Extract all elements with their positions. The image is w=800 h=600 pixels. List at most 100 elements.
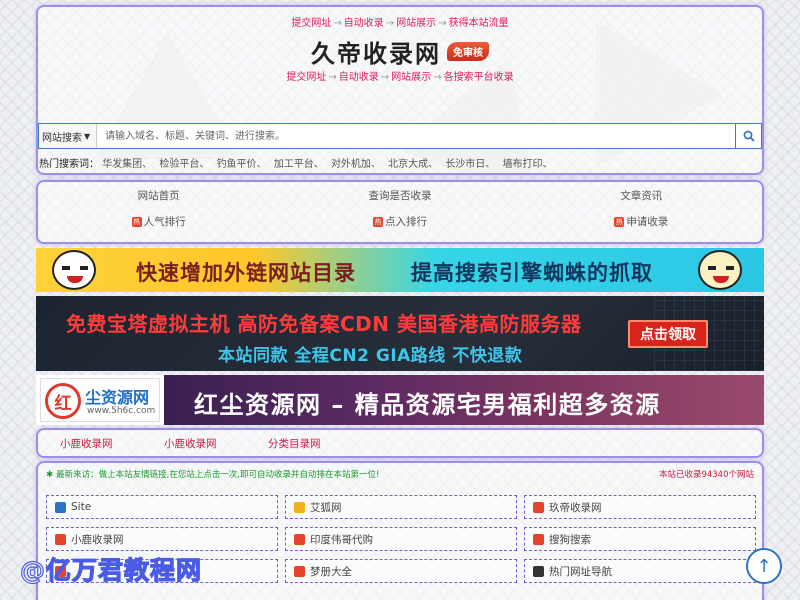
tagline-top: 提交网址 → 自动收录 → 网站展示 → 获得本站流量 [38, 14, 762, 29]
ad-banner-resources[interactable]: 红 尘资源网 www.5h6c.com 红尘资源网 – 精品资源宅男福利超多资源 [36, 375, 764, 425]
site-link-label: 梦册大全 [310, 565, 352, 578]
arrow-icon: → [328, 72, 337, 83]
site-icon [294, 565, 305, 577]
arrow-icon: → [333, 18, 342, 29]
site-link-item[interactable]: Site [46, 495, 278, 519]
tagline-step: 网站展示 [396, 18, 437, 29]
nav-label: 人气排行 [143, 216, 186, 228]
camera-icon [55, 501, 66, 513]
site-link-item[interactable]: 印度伟哥代购 [285, 527, 517, 551]
logo-mark: 红 [45, 383, 81, 419]
logo-name: 尘资源网 [85, 388, 150, 407]
search-input[interactable] [97, 124, 735, 148]
cartoon-face-icon [52, 250, 96, 290]
search-bar: 网站搜索 ▼ [38, 123, 762, 149]
site-icon [55, 533, 66, 545]
hot-keyword-link[interactable]: 长沙市日、 [445, 159, 495, 170]
hot-keyword-link[interactable]: 北京大成、 [388, 159, 438, 170]
nav-articles[interactable]: 文章资讯 [521, 188, 762, 203]
nav-label: 网站首页 [137, 190, 180, 202]
nav-apply[interactable]: 热申请收录 [521, 214, 762, 229]
friend-link[interactable]: 小鹿收录网 [164, 436, 268, 451]
site-link-item[interactable]: 梦册大全 [285, 559, 517, 583]
ad-banner-backlinks[interactable]: 快速增加外链网站目录 提高搜索引擎蜘蛛的抓取 [36, 248, 764, 292]
claim-button[interactable]: 点击领取 [628, 320, 708, 348]
tagline-step: 各搜索平台收录 [443, 72, 514, 83]
site-link-label: 艾狐网 [310, 501, 342, 514]
hot-search-label: 热门搜索词： [39, 159, 99, 170]
banner-headline: 提高搜索引擎蜘蛛的抓取 [411, 261, 653, 285]
main-nav: 网站首页 查询是否收录 文章资讯 热人气排行 热点入排行 热申请收录 [36, 180, 764, 244]
hot-keyword-link[interactable]: 对外机加、 [331, 159, 381, 170]
site-link-item[interactable]: 小鹿收录网 [46, 527, 278, 551]
search-button[interactable] [735, 124, 761, 148]
hot-icon: 热 [614, 216, 625, 227]
tagline-step: 自动收录 [338, 72, 379, 83]
nav-popular-rank[interactable]: 热人气排行 [38, 214, 279, 229]
hot-keyword-link[interactable]: 墙布打印、 [503, 159, 553, 170]
nav-check-indexed[interactable]: 查询是否收录 [279, 188, 520, 203]
logo-url: www.5h6c.com [87, 406, 156, 416]
site-link-label: 小鹿收录网 [71, 533, 124, 546]
nav-label: 申请收录 [626, 216, 669, 228]
site-icon [533, 501, 544, 513]
site-link-item[interactable]: 热门网址导航 [524, 559, 756, 583]
friend-links-bar: 小鹿收录网 小鹿收录网 分类目录网 [36, 428, 764, 458]
latest-visit-notice: ✱ 最新来访：做上本站友情链接,在您站上点击一次,即可自动收录并自动排在本站第一位… [46, 468, 379, 484]
tagline-step: 提交网址 [286, 72, 327, 83]
watermark: @亿万君教程网 [19, 555, 203, 585]
search-type-select[interactable]: 网站搜索 ▼ [39, 124, 97, 148]
arrow-icon: → [385, 18, 395, 29]
banner-headline: 红尘资源网 – 精品资源宅男福利超多资源 [194, 391, 661, 419]
nav-label: 点入排行 [384, 216, 427, 228]
chevron-down-icon: ▼ [84, 131, 91, 141]
hot-keyword-link[interactable]: 检验平台、 [159, 159, 209, 170]
site-header: 提交网址 → 自动收录 → 网站展示 → 获得本站流量 久帝收录网 免审核 提交网址 → 自动收… [36, 5, 764, 175]
site-link-item[interactable]: 艾狐网 [285, 495, 517, 519]
site-link-label: 印度伟哥代购 [310, 533, 373, 546]
site-link-item[interactable]: 玖帝收录网 [524, 495, 756, 519]
search-icon [743, 130, 755, 142]
logo-badge: 免审核 [447, 42, 489, 61]
hot-keyword-link[interactable]: 钓鱼平价、 [217, 159, 267, 170]
scroll-to-top-button[interactable]: ↑ [746, 548, 782, 584]
tagline-step: 自动收录 [343, 18, 384, 29]
search-type-value: 网站搜索 [42, 132, 82, 144]
fox-icon [294, 501, 305, 513]
friend-link[interactable]: 分类目录网 [268, 436, 372, 451]
hot-search-row: 热门搜索词： 华发集团、 检验平台、 钓鱼平价、 加工平台、 对外机加、 北京大… [39, 155, 557, 170]
banner-subline: 本站同款 全程CN2 GIA路线 不快退款 [218, 346, 523, 366]
sparkle-icon: ✱ [46, 470, 54, 480]
nav-home[interactable]: 网站首页 [38, 188, 279, 203]
indexed-count: 本站已收录94340个网站 [658, 470, 754, 480]
site-icon [533, 565, 544, 577]
tagline-step: 网站展示 [391, 72, 432, 83]
site-link-item[interactable]: 搜狗搜索 [524, 527, 756, 551]
tagline-bottom: 提交网址 → 自动收录 → 网站展示 → 各搜索平台收录 [38, 68, 762, 83]
site-link-label: Site [71, 501, 92, 513]
tagline-step: 提交网址 [291, 18, 332, 29]
hot-icon: 热 [131, 216, 142, 227]
nav-label: 查询是否收录 [368, 190, 432, 202]
logo-text: 久帝收录网 [311, 39, 441, 68]
ad-banner-hosting[interactable]: 免费宝塔虚拟主机 高防免备案CDN 美国香港高防服务器 本站同款 全程CN2 G… [36, 296, 764, 371]
cartoon-face-icon [698, 250, 742, 290]
hot-keyword-link[interactable]: 华发集团、 [102, 159, 152, 170]
nav-click-rank[interactable]: 热点入排行 [279, 214, 520, 229]
notice-row: ✱ 最新来访：做上本站友情链接,在您站上点击一次,即可自动收录并自动排在本站第一位… [38, 468, 762, 484]
tagline-step: 获得本站流量 [448, 18, 509, 29]
friend-link[interactable]: 小鹿收录网 [60, 436, 164, 451]
banner-headline: 免费宝塔虚拟主机 高防免备案CDN 美国香港高防服务器 [66, 312, 582, 336]
site-link-label: 搜狗搜索 [549, 533, 591, 546]
site-link-label: 热门网址导航 [549, 565, 612, 578]
site-icon [294, 533, 305, 545]
hot-keyword-link[interactable]: 加工平台、 [274, 159, 324, 170]
notice-text: 最新来访：做上本站友情链接,在您站上点击一次,即可自动收录并自动排在本站第一位! [56, 470, 380, 480]
banner-headline: 快速增加外链网站目录 [136, 261, 356, 285]
site-logo[interactable]: 久帝收录网 免审核 [38, 34, 762, 69]
hot-icon: 热 [372, 216, 383, 227]
site-link-label: 玖帝收录网 [549, 501, 602, 514]
arrow-icon: → [380, 72, 390, 83]
arrow-icon: → [433, 72, 442, 83]
site-icon [533, 533, 544, 545]
